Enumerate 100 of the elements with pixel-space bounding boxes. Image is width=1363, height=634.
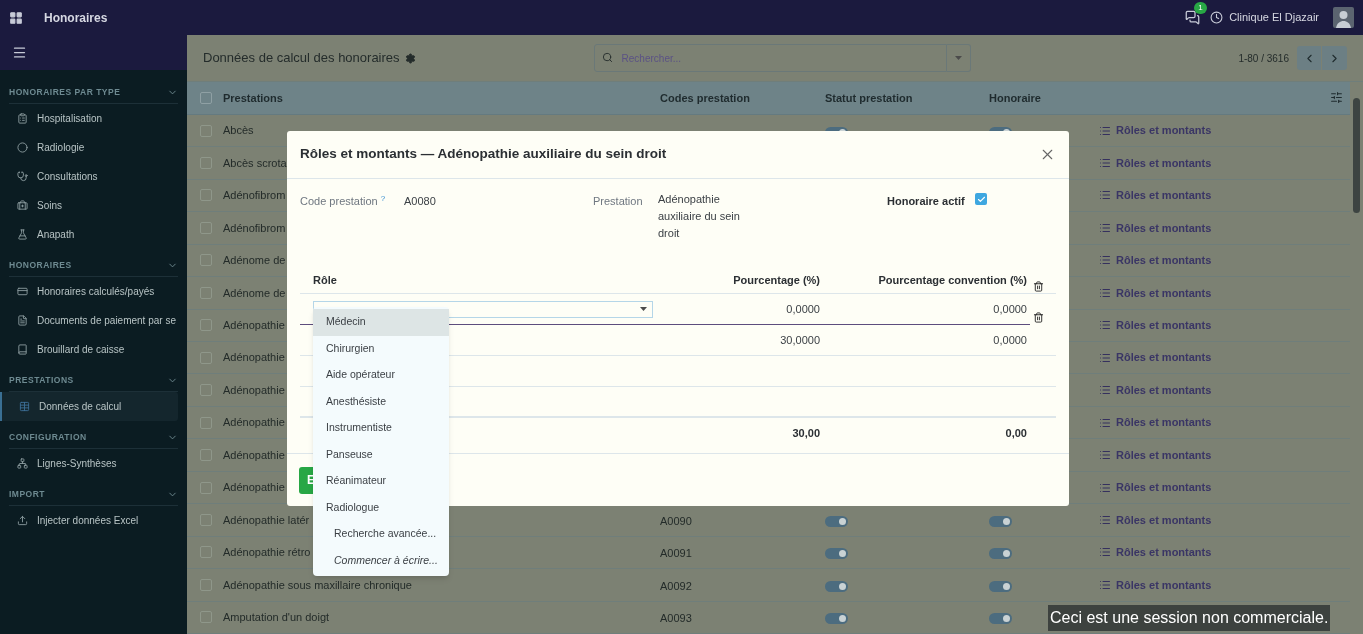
section-heading: HONORAIRES [9,258,72,272]
avatar[interactable] [1333,7,1354,28]
next-page-button[interactable] [1322,46,1347,70]
sidebar-item[interactable]: Hospitalisation [0,104,178,133]
table-cell-text: Adénopathie [223,447,285,463]
document-icon [17,315,28,326]
table-cell: A0093 [660,612,692,625]
toggle-switch[interactable] [825,580,848,592]
sidebar-item[interactable]: Lignes-Synthèses [0,449,178,478]
table-cell: A0092 [660,579,692,592]
column-header[interactable]: Honoraire [989,89,1099,107]
table-cell-text: Adénome de [223,285,286,301]
toggle-switch[interactable] [825,516,848,527]
toggle-switch[interactable] [989,580,1012,592]
table-cell-text: Adénopathie rétro [223,545,311,561]
table-cell-text: 0,0000 [993,332,1027,348]
toggle-switch[interactable] [989,613,1012,625]
sidebar-item[interactable]: Anapath [0,220,178,249]
column-header[interactable]: Codes prestation [660,89,825,107]
dropdown-option[interactable]: Panseuse [313,441,449,468]
menu-icon[interactable] [12,45,27,60]
column-header[interactable]: Prestations [223,89,660,107]
dropdown-option[interactable]: Anesthésiste [313,388,449,415]
table-cell-text: Adénopathie sous maxillaire chronique [223,577,412,593]
upload-icon [17,515,28,526]
book-icon [17,344,28,355]
list-icon [1099,157,1111,169]
total-value: 30,00 [791,425,821,441]
list-icon [1099,481,1111,494]
sidebar-item[interactable]: Soins [0,191,178,220]
section-heading: CONFIGURATION [9,430,87,444]
table-cell-text: 0,0000 [993,301,1027,317]
toggle-switch[interactable] [989,516,1012,527]
table-cell-text: 30,0000 [779,332,821,348]
ring-icon [17,142,28,153]
checkbox[interactable] [200,91,212,104]
sidebar-item[interactable]: Données de calcul [0,392,178,421]
dropdown-option[interactable]: Aide opérateur [313,362,449,389]
pager-text: 1-80 / 3616 [1238,51,1289,66]
sidebar-item[interactable]: Brouillard de caisse [0,335,178,364]
list-icon [1099,449,1111,462]
sidebar-item[interactable]: Injecter données Excel [0,506,178,535]
table-cell-text: Adénopathie [223,415,285,431]
dropdown-option[interactable]: Chirurgien [313,335,449,362]
dropdown-option[interactable]: Médecin [313,309,449,336]
dropdown-option[interactable]: Réanimateur [313,468,449,495]
list-icon [1099,514,1111,526]
table-cell: A0091 [660,547,692,560]
dropdown-option[interactable]: Instrumentiste [313,415,449,442]
field-label: Prestation [593,194,644,209]
section-heading: HONORAIRES PAR TYPE [9,85,121,99]
list-icon [1099,124,1111,137]
table-cell-text: Abcès scrota [223,155,287,171]
table-cell: A0090 [660,515,692,527]
gear-icon[interactable] [404,52,416,64]
sidebar-item[interactable]: Honoraires calculés/payés [0,277,178,306]
column-header: Pourcentage (%) [732,272,821,288]
company-name[interactable]: Clinique El Djazair [1229,9,1319,26]
toggle-switch[interactable] [825,548,848,560]
field-label: Code prestation $^{?}$ [300,193,387,209]
chat-icon[interactable] [1185,10,1201,25]
list-icon [1099,319,1111,332]
dropdown-option[interactable]: Radiologue [313,494,449,521]
toggle-switch[interactable] [989,548,1012,560]
column-header: Pourcentage convention (%) [877,272,1028,288]
table-cell-text: 0,0000 [785,301,821,317]
clock-icon[interactable] [1210,11,1224,24]
list-icon [1099,286,1111,299]
table-icon [19,401,30,412]
advanced-search-option[interactable]: Recherche avancée... [313,521,449,548]
total-value: 0,00 [1004,425,1028,441]
column-settings-icon[interactable] [1330,91,1343,105]
list-icon [1099,254,1111,267]
column-header[interactable]: Statut prestation [825,89,989,107]
table-cell-text: Adénopathie [223,350,285,366]
sidebar-item[interactable]: Radiologie [0,133,178,162]
table-cell-text: Abcès [223,123,254,139]
table-cell-text: Adénopathie latér [223,512,310,528]
table-cell-text: Adénome de [223,253,286,269]
page-title: Données de calcul des honoraires [203,49,400,68]
search-options-button[interactable] [946,44,971,72]
app-name: Honoraires [44,9,108,27]
checkbox[interactable] [975,193,987,205]
table-cell-text: Adénopathie [223,318,285,334]
flask-icon [17,229,28,240]
table-cell-text: Adénopathie [223,480,285,496]
apps-icon[interactable] [9,10,23,25]
field-value: A0080 [404,194,437,209]
sidebar-item[interactable]: Documents de paiement par se [0,306,178,335]
trash-icon[interactable] [1033,281,1044,292]
list-icon [1099,351,1111,364]
notification-badge: 1 [1194,2,1207,14]
sidebar-item[interactable]: Consultations [0,162,178,191]
toggle-switch[interactable] [825,613,848,625]
trash-icon[interactable] [1033,312,1044,323]
field-value: Adénopathie auxiliaire du sein droit [658,192,741,241]
stethoscope-icon [17,171,28,182]
session-notice: Ceci est une session non commerciale. [1048,605,1331,631]
previous-page-button[interactable] [1297,46,1322,70]
list-icon [1099,416,1111,429]
